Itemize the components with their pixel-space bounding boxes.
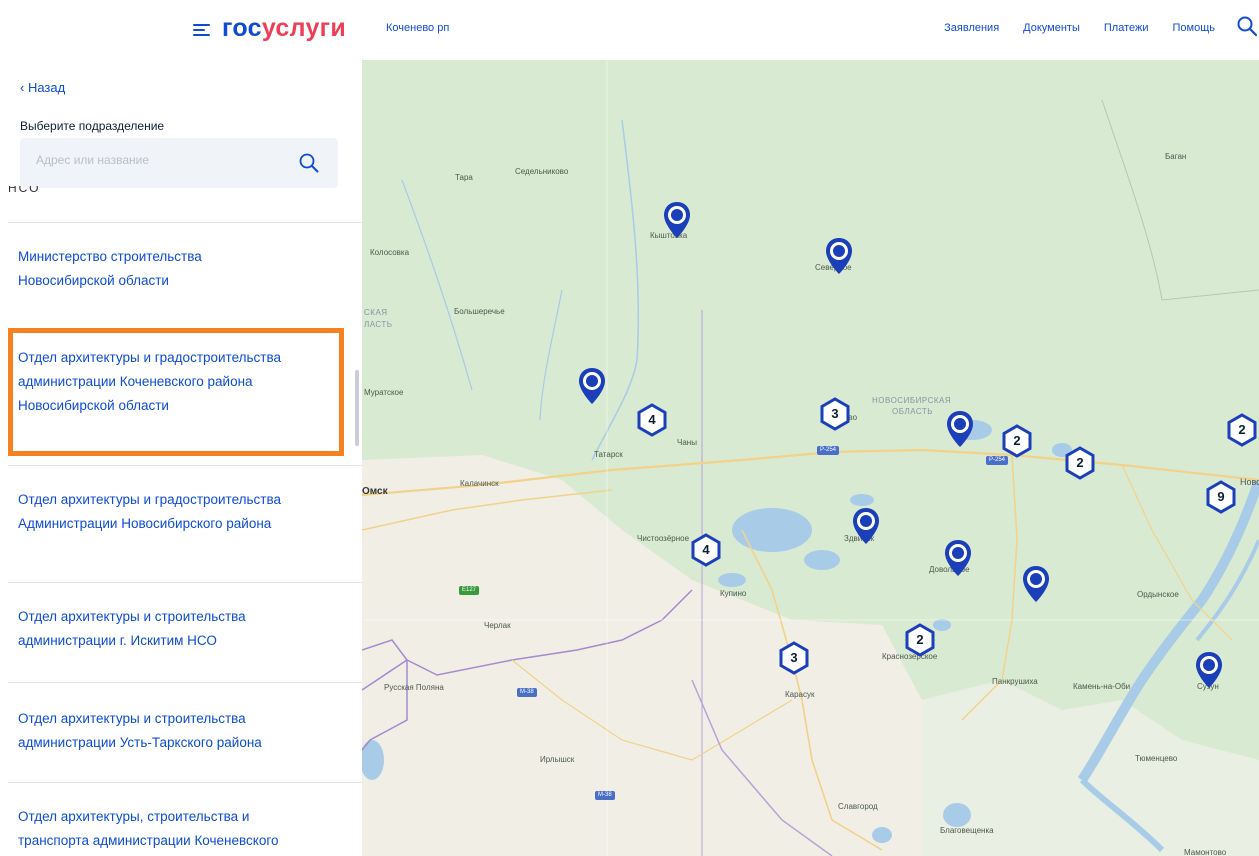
route-shield: P-254 [817,446,840,455]
map-cluster[interactable]: 2 [903,623,937,657]
logo-text-part2: услуги [261,14,347,42]
map-label: Ордынское [1137,590,1179,599]
map-label: Чаны [677,438,697,447]
list-item-label: Отдел архитектуры и строительства админи… [18,711,262,750]
logo[interactable]: госуслуги [222,14,346,43]
map-label: Большеречье [454,307,505,316]
map-cluster[interactable]: 2 [1000,424,1034,458]
map-label: Тара [455,173,473,182]
list-item[interactable]: Отдел архитектуры, строительства и транс… [8,782,362,856]
map-cluster[interactable]: 3 [777,641,811,675]
cluster-count: 2 [1238,422,1246,437]
cluster-count: 2 [1076,455,1084,470]
list-item[interactable]: Министерство строительства Новосибирской… [8,222,362,327]
map-pin[interactable] [1194,650,1224,690]
cluster-count: 4 [648,412,656,427]
list-item[interactable]: Отдел архитектуры и строительства админи… [8,682,362,782]
top-nav: Заявления Документы Платежи Помощь [944,22,1215,34]
map-pin[interactable] [945,409,975,449]
location-selector[interactable]: Коченево рп [386,22,449,34]
department-list: Министерство строительства Новосибирской… [8,222,362,856]
list-item-label: Министерство строительства Новосибирской… [18,249,202,288]
nav-applications[interactable]: Заявления [944,22,999,34]
nav-documents[interactable]: Документы [1023,22,1080,34]
search-field [20,138,338,188]
map-label: Мамонтово [1184,848,1227,856]
menu-icon[interactable] [193,22,210,38]
map-label: Русская Поляна [384,683,444,692]
nav-payments[interactable]: Платежи [1104,22,1149,34]
sidebar: ‹ Назад Выберите подразделение НСО Минис… [0,60,362,856]
map-pin[interactable] [851,506,881,546]
map[interactable]: Тара Седельниково Баган Колосовка Кыштов… [362,60,1259,856]
map-label: Муратское [364,388,404,397]
map-region-label: ЛАСТЬ [364,320,393,329]
cluster-count: 3 [790,650,798,665]
map-label: Карасук [785,690,815,699]
header: госуслуги Коченево рп Заявления Документ… [0,0,1259,60]
map-cluster[interactable]: 9 [1204,480,1238,514]
map-pin[interactable] [824,236,854,276]
cluster-count: 2 [1013,433,1021,448]
map-label: Омск [362,486,388,497]
map-label: Камень-на-Оби [1073,682,1131,691]
list-item-label: Отдел архитектуры и градостроительства А… [18,492,282,531]
map-label: Новосибирск [1240,477,1259,487]
map-label: Татарск [594,450,623,459]
map-cluster[interactable]: 2 [1225,413,1259,447]
map-pin[interactable] [662,200,692,240]
list-item-label: Отдел архитектуры и градостроительства а… [18,350,282,413]
map-pin[interactable] [577,366,607,406]
list-item-label: Отдел архитектуры и строительства админи… [18,609,246,648]
list-item[interactable]: Отдел архитектуры и градостроительства А… [8,465,362,582]
map-label: Колосовка [370,248,410,257]
route-shield: M-38 [517,688,537,697]
search-icon[interactable] [298,152,320,174]
map-label: Черлак [484,621,511,630]
truncated-list-text: НСО [8,186,41,195]
map-label: Тюменцево [1135,754,1178,763]
map-cluster[interactable]: 4 [635,403,669,437]
cluster-count: 3 [831,406,839,421]
map-region-label: СКАЯ [364,308,388,317]
map-cluster[interactable]: 2 [1063,446,1097,480]
list-item[interactable]: Отдел архитектуры и строительства админи… [8,582,362,682]
map-label: Баган [1165,152,1187,161]
list-item-selected[interactable]: Отдел архитектуры и градостроительства а… [8,327,362,465]
cluster-count: 9 [1217,489,1225,504]
cluster-count: 4 [702,542,710,557]
cluster-count: 2 [916,632,924,647]
route-shield: E127 [459,586,480,595]
map-background [362,60,1259,856]
map-region-label: НОВОСИБИРСКАЯ [872,396,952,405]
map-cluster[interactable]: 3 [818,397,852,431]
sidebar-subtitle: Выберите подразделение [20,119,165,133]
search-icon[interactable] [1236,15,1258,37]
back-link[interactable]: ‹ Назад [20,80,65,95]
map-label: Ирлышск [540,755,575,764]
scrollbar[interactable] [355,370,359,446]
map-pin[interactable] [1021,564,1051,604]
map-label: Чистоозёрное [637,534,690,543]
map-label: Благовещенка [940,826,994,835]
map-label: Панкрушиха [992,677,1038,686]
map-label: Калачинск [460,479,499,488]
map-region-label: ОБЛАСТЬ [892,407,934,416]
map-pin[interactable] [943,538,973,578]
nav-help[interactable]: Помощь [1173,22,1216,34]
map-cluster[interactable]: 4 [689,533,723,567]
route-shield: M-38 [595,791,615,800]
map-label: Купино [720,589,747,598]
map-label: Славгород [838,802,878,811]
list-item-label: Отдел архитектуры, строительства и транс… [18,809,279,848]
logo-text-part1: гос [222,14,262,42]
map-label: Седельниково [515,167,569,176]
search-input[interactable] [36,153,286,167]
